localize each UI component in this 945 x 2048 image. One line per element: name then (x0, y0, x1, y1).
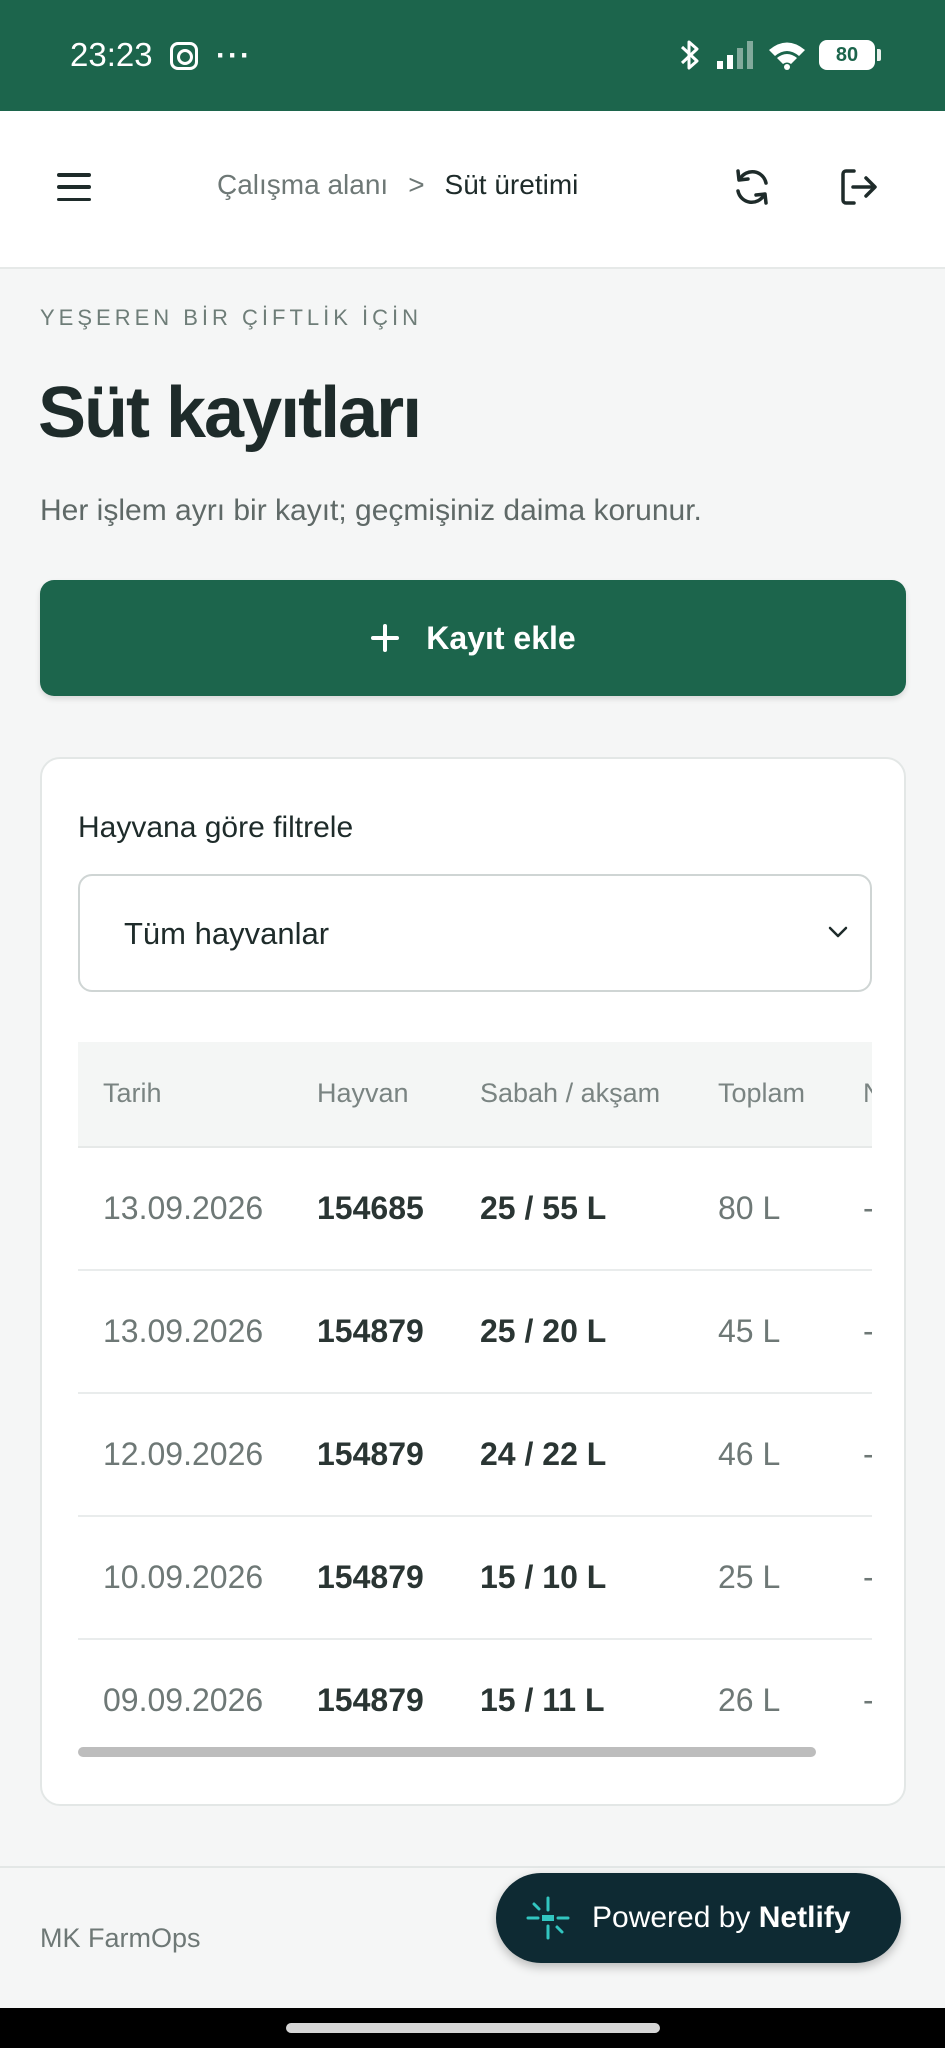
records-table: Tarih Hayvan Sabah / akşam Toplam N 13.0… (78, 1042, 872, 1772)
cell-animal: 154879 (317, 1436, 424, 1472)
breadcrumb-current: Süt üretimi (444, 169, 579, 200)
column-header-animal[interactable]: Hayvan (317, 1078, 409, 1109)
table-row[interactable]: 13.09.2026 154879 25 / 20 L 45 L - (78, 1271, 872, 1394)
plus-icon (370, 623, 400, 653)
breadcrumb-workspace-link[interactable]: Çalışma alanı (217, 169, 388, 201)
column-header-note[interactable]: N (863, 1078, 872, 1109)
instagram-icon (170, 42, 198, 70)
add-record-button[interactable]: Kayıt ekle (40, 580, 906, 696)
cell-morning-evening: 25 / 20 L (480, 1313, 607, 1349)
chevron-right-icon: > (408, 169, 425, 200)
cell-total: 45 L (718, 1313, 781, 1349)
cell-date: 10.09.2026 (103, 1559, 264, 1595)
battery-icon: 80 (819, 40, 881, 70)
badge-prefix: Powered by (592, 1901, 759, 1934)
netlify-badge[interactable]: Powered by Netlify (496, 1873, 901, 1963)
status-bar: 23:23 ··· 80 (0, 0, 945, 111)
farm-eyebrow: YEŞEREN BİR ÇİFTLİK İÇİN (40, 305, 423, 330)
refresh-icon[interactable] (730, 165, 774, 209)
logout-icon[interactable] (837, 165, 881, 209)
hamburger-icon (57, 173, 91, 177)
column-header-morning-evening[interactable]: Sabah / akşam (480, 1078, 660, 1109)
status-time: 23:23 (70, 36, 153, 73)
chevron-down-icon (828, 926, 848, 938)
column-header-date[interactable]: Tarih (103, 1078, 162, 1109)
cell-date: 13.09.2026 (103, 1313, 264, 1349)
signal-icon (717, 41, 753, 69)
cell-note: - (863, 1313, 872, 1350)
column-header-total[interactable]: Toplam (718, 1078, 805, 1109)
animal-filter-select[interactable]: Tüm hayvanlar (78, 874, 872, 992)
cell-note: - (863, 1436, 872, 1473)
cell-animal: 154685 (317, 1190, 424, 1226)
cell-note: - (863, 1682, 872, 1719)
horizontal-scrollbar[interactable] (78, 1747, 816, 1757)
page-subtitle: Her işlem ayrı bir kayıt; geçmişiniz dai… (40, 494, 702, 527)
records-card: Hayvana göre filtrele Tüm hayvanlar Tari… (40, 757, 906, 1806)
cell-animal: 154879 (317, 1313, 424, 1349)
breadcrumb: Çalışma alanı > Süt üretimi (217, 169, 578, 201)
cell-total: 26 L (718, 1682, 781, 1718)
animal-filter-value: Tüm hayvanlar (124, 916, 330, 951)
cell-date: 13.09.2026 (103, 1190, 264, 1226)
table-row[interactable]: 12.09.2026 154879 24 / 22 L 46 L - (78, 1394, 872, 1517)
cell-morning-evening: 15 / 10 L (480, 1559, 607, 1595)
filter-label: Hayvana göre filtrele (78, 811, 354, 844)
cell-animal: 154879 (317, 1682, 424, 1718)
cell-date: 09.09.2026 (103, 1682, 264, 1718)
add-record-label: Kayıt ekle (426, 619, 576, 656)
bluetooth-icon (680, 40, 699, 70)
badge-brand: Netlify (758, 1901, 851, 1934)
system-navigation-bar (0, 2008, 945, 2048)
table-row[interactable]: 13.09.2026 154685 25 / 55 L 80 L - (78, 1148, 872, 1271)
cell-morning-evening: 15 / 11 L (480, 1682, 605, 1718)
cell-morning-evening: 24 / 22 L (480, 1436, 607, 1472)
table-row[interactable]: 10.09.2026 154879 15 / 10 L 25 L - (78, 1517, 872, 1640)
app-header: Çalışma alanı > Süt üretimi (0, 111, 945, 269)
page-title: Süt kayıtları (38, 373, 422, 453)
menu-button[interactable] (54, 167, 94, 207)
home-gesture-handle[interactable] (286, 2023, 660, 2033)
cell-date: 12.09.2026 (103, 1436, 264, 1472)
cell-morning-evening: 25 / 55 L (480, 1190, 607, 1226)
more-notifications-icon: ··· (216, 39, 252, 72)
footer-brand: MK FarmOps (40, 1923, 201, 1953)
wifi-icon (769, 42, 805, 70)
cell-total: 46 L (718, 1436, 781, 1472)
cell-note: - (863, 1559, 872, 1596)
cell-total: 25 L (718, 1559, 781, 1595)
table-header: Tarih Hayvan Sabah / akşam Toplam N (78, 1042, 872, 1148)
netlify-logo-icon (526, 1896, 570, 1940)
cell-total: 80 L (718, 1190, 781, 1226)
cell-animal: 154879 (317, 1559, 424, 1595)
cell-note: - (863, 1190, 872, 1227)
table-row[interactable]: 09.09.2026 154879 15 / 11 L 26 L - (78, 1640, 872, 1763)
